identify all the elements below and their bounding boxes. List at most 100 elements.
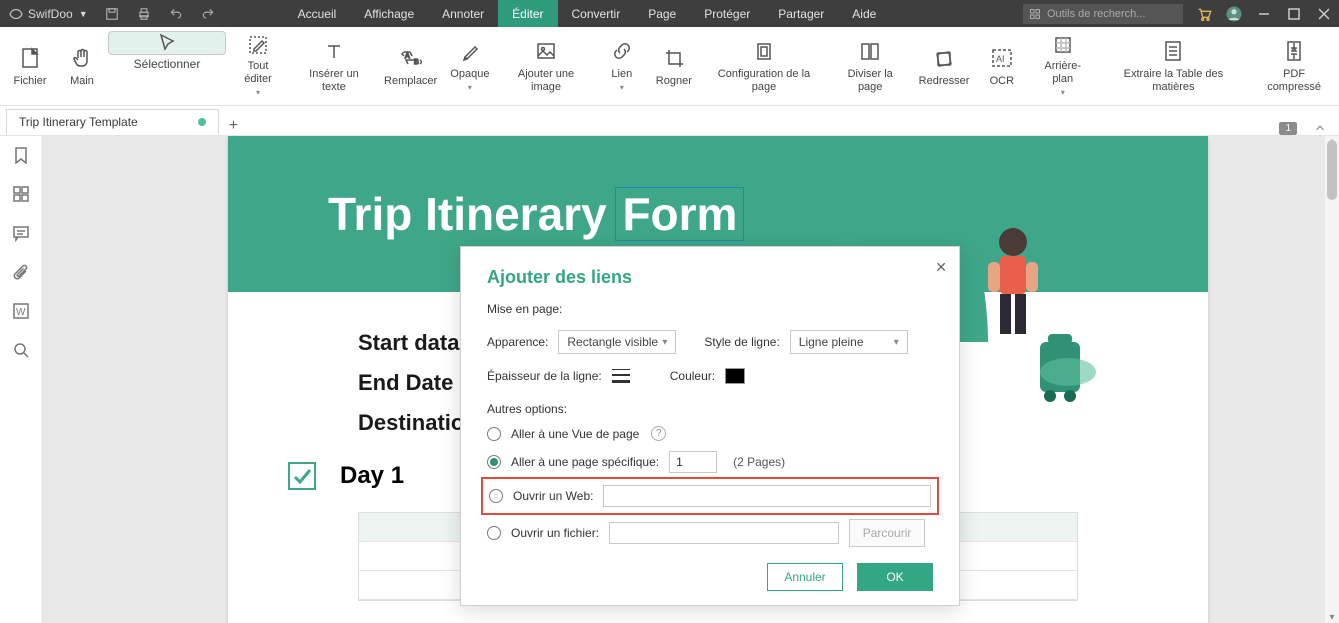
label: Redresser bbox=[919, 75, 970, 88]
menu-proteger[interactable]: Protéger bbox=[690, 0, 764, 27]
appearance-select[interactable]: Rectangle visible▾ bbox=[558, 330, 676, 354]
search-icon[interactable] bbox=[12, 341, 30, 364]
label: Remplacer bbox=[384, 75, 437, 88]
page-number-input[interactable] bbox=[669, 451, 717, 473]
check-icon bbox=[288, 462, 316, 490]
scroll-thumb[interactable] bbox=[1327, 140, 1337, 200]
file-button[interactable]: Fichier bbox=[4, 31, 56, 101]
label: Extraire la Table des matières bbox=[1106, 68, 1242, 94]
menu-editer[interactable]: Éditer bbox=[498, 0, 557, 27]
label: Opaque bbox=[450, 68, 489, 81]
maximize-button[interactable] bbox=[1279, 0, 1309, 27]
label: Fichier bbox=[13, 75, 46, 88]
collapse-ribbon-icon[interactable] bbox=[1313, 121, 1327, 135]
label: Insérer un texte bbox=[298, 68, 370, 94]
app-name: SwifDoo bbox=[28, 7, 73, 21]
ok-button[interactable]: OK bbox=[857, 563, 933, 591]
thumbnails-icon[interactable] bbox=[12, 185, 30, 208]
dialog-close-button[interactable]: ✕ bbox=[935, 259, 947, 276]
file-tab[interactable]: Trip Itinerary Template bbox=[6, 109, 219, 135]
radio-open-file[interactable] bbox=[487, 526, 501, 540]
insert-text-tool[interactable]: Insérer un texte bbox=[290, 31, 378, 101]
opt-open-file-label: Ouvrir un fichier: bbox=[511, 526, 599, 540]
close-button[interactable] bbox=[1309, 0, 1339, 27]
browse-button[interactable]: Parcourir bbox=[849, 519, 925, 547]
label: PDF compressé bbox=[1257, 68, 1331, 94]
modified-dot-icon bbox=[198, 118, 206, 126]
minimize-button[interactable] bbox=[1249, 0, 1279, 27]
radio-goto-page[interactable] bbox=[487, 455, 501, 469]
save-icon[interactable] bbox=[96, 0, 128, 27]
svg-text:A: A bbox=[405, 53, 410, 60]
color-picker[interactable] bbox=[725, 368, 745, 384]
replace-tool[interactable]: AB Remplacer bbox=[378, 31, 444, 101]
linestyle-select[interactable]: Ligne pleine▾ bbox=[790, 330, 908, 354]
label: Rogner bbox=[656, 75, 692, 88]
linestyle-label: Style de ligne: bbox=[704, 335, 779, 349]
cancel-button[interactable]: Annuler bbox=[767, 563, 843, 591]
link-tool[interactable]: Lien▾ bbox=[596, 31, 648, 101]
svg-text:W: W bbox=[16, 307, 26, 318]
undo-icon[interactable] bbox=[160, 0, 192, 27]
tab-title: Trip Itinerary Template bbox=[19, 115, 138, 129]
scrollbar[interactable]: ▴ ▾ bbox=[1325, 136, 1339, 623]
opt-goto-view-label: Aller à une Vue de page bbox=[511, 427, 639, 441]
tab-row: Trip Itinerary Template + 1 bbox=[0, 106, 1339, 136]
app-logo: SwifDoo ▼ bbox=[0, 6, 96, 22]
page-config-tool[interactable]: Configuration de la page bbox=[700, 31, 828, 101]
print-icon[interactable] bbox=[128, 0, 160, 27]
background-tool[interactable]: Arrière-plan▾ bbox=[1028, 31, 1098, 101]
ocr-tool[interactable]: AI OCR bbox=[976, 31, 1028, 101]
add-tab-button[interactable]: + bbox=[229, 117, 238, 135]
menu-page[interactable]: Page bbox=[634, 0, 690, 27]
bookmark-icon[interactable] bbox=[12, 146, 30, 169]
label: Ajouter une image bbox=[504, 68, 588, 94]
help-icon[interactable]: ? bbox=[651, 426, 666, 441]
select-tool[interactable]: Sélectionner bbox=[108, 31, 226, 55]
crop-tool[interactable]: Rogner bbox=[648, 31, 700, 101]
attachments-icon[interactable] bbox=[12, 263, 30, 286]
menu-aide[interactable]: Aide bbox=[838, 0, 890, 27]
menu-annoter[interactable]: Annoter bbox=[428, 0, 498, 27]
page-indicator: 1 bbox=[1279, 122, 1297, 135]
radio-open-web[interactable] bbox=[489, 489, 503, 503]
add-link-dialog: ✕ Ajouter des liens Mise en page: Appare… bbox=[460, 246, 960, 606]
user-icon[interactable] bbox=[1219, 0, 1249, 27]
menu-accueil[interactable]: Accueil bbox=[284, 0, 351, 27]
label: Configuration de la page bbox=[708, 68, 820, 94]
scroll-down-icon[interactable]: ▾ bbox=[1325, 612, 1339, 623]
main-menu: Accueil Affichage Annoter Éditer Convert… bbox=[284, 0, 891, 27]
compress-tool[interactable]: PDF compressé bbox=[1249, 31, 1339, 101]
search-placeholder: Outils de recherch... bbox=[1047, 8, 1145, 20]
edit-all-tool[interactable]: Tout éditer▾ bbox=[226, 31, 290, 101]
hand-tool[interactable]: Main bbox=[56, 31, 108, 101]
svg-text:B: B bbox=[414, 59, 419, 66]
ribbon: Fichier Main Sélectionner Tout éditer▾ I… bbox=[0, 27, 1339, 106]
toc-tool[interactable]: Extraire la Table des matières bbox=[1098, 31, 1250, 101]
web-url-input[interactable] bbox=[603, 485, 931, 507]
label: OCR bbox=[990, 75, 1014, 88]
opaque-tool[interactable]: Opaque▾ bbox=[444, 31, 497, 101]
radio-goto-view[interactable] bbox=[487, 427, 501, 441]
word-icon[interactable]: W bbox=[12, 302, 30, 325]
section-other: Autres options: bbox=[487, 402, 933, 416]
thickness-picker[interactable] bbox=[612, 369, 630, 383]
split-page-tool[interactable]: Diviser la page bbox=[828, 31, 912, 101]
menu-partager[interactable]: Partager bbox=[764, 0, 838, 27]
page-count: (2 Pages) bbox=[733, 455, 785, 469]
straighten-tool[interactable]: Redresser bbox=[912, 31, 976, 101]
opt-open-web-label: Ouvrir un Web: bbox=[513, 489, 593, 503]
menu-affichage[interactable]: Affichage bbox=[350, 0, 428, 27]
canvas[interactable]: Trip Itinerary Form bbox=[42, 136, 1339, 623]
cart-icon[interactable] bbox=[1189, 0, 1219, 27]
add-image-tool[interactable]: Ajouter une image bbox=[496, 31, 596, 101]
color-label: Couleur: bbox=[670, 369, 715, 383]
menu-convertir[interactable]: Convertir bbox=[558, 0, 635, 27]
file-path-input[interactable] bbox=[609, 522, 839, 544]
redo-icon[interactable] bbox=[192, 0, 224, 27]
label: Diviser la page bbox=[836, 68, 904, 94]
tools-search[interactable]: Outils de recherch... bbox=[1023, 4, 1183, 24]
comments-icon[interactable] bbox=[12, 224, 30, 247]
svg-text:AI: AI bbox=[996, 54, 1005, 64]
label: Tout éditer bbox=[234, 60, 282, 86]
